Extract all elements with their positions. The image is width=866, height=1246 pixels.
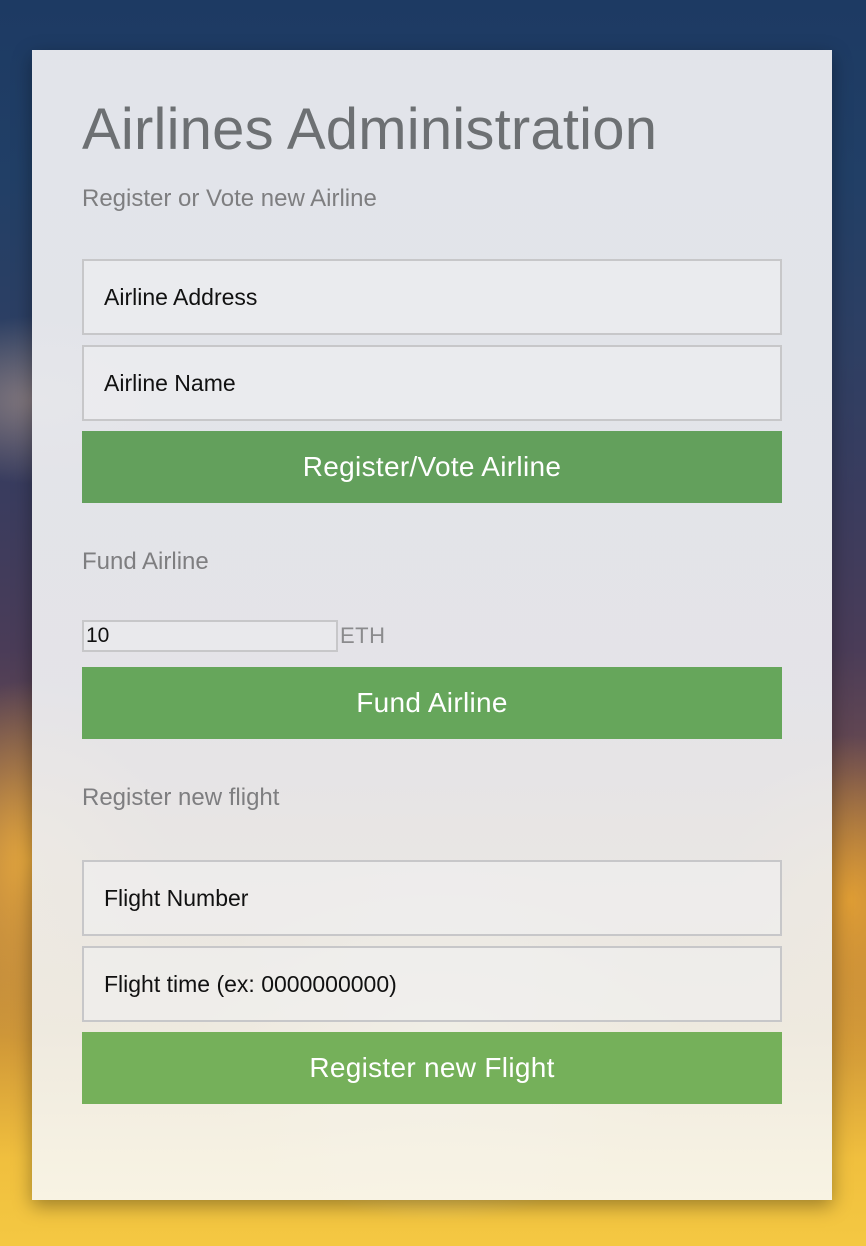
airline-name-placeholder: Airline Name [104, 369, 236, 396]
register-vote-airline-button[interactable]: Register/Vote Airline [82, 431, 782, 503]
airline-address-field[interactable]: Airline Address [82, 259, 782, 335]
airline-name-field[interactable]: Airline Name [82, 345, 782, 421]
flight-number-placeholder: Flight Number [104, 884, 249, 911]
admin-panel: Airlines Administration Register or Vote… [32, 50, 832, 1200]
flight-number-field[interactable]: Flight Number [82, 860, 782, 936]
register-flight-section-label: Register new flight [82, 784, 280, 811]
fund-amount-input[interactable]: 10 [82, 620, 338, 652]
register-airline-section-label: Register or Vote new Airline [82, 185, 377, 212]
airline-address-placeholder: Airline Address [104, 283, 258, 310]
fund-airline-section-label: Fund Airline [82, 548, 209, 575]
fund-airline-button[interactable]: Fund Airline [82, 667, 782, 739]
flight-time-field[interactable]: Flight time (ex: 0000000000) [82, 946, 782, 1022]
page-title: Airlines Administration [82, 97, 658, 162]
register-new-flight-button[interactable]: Register new Flight [82, 1032, 782, 1104]
fund-amount-row: 10 ETH [82, 619, 782, 653]
eth-unit-label: ETH [340, 623, 386, 648]
fund-amount-value: 10 [86, 624, 110, 647]
flight-time-placeholder: Flight time (ex: 0000000000) [104, 970, 397, 997]
